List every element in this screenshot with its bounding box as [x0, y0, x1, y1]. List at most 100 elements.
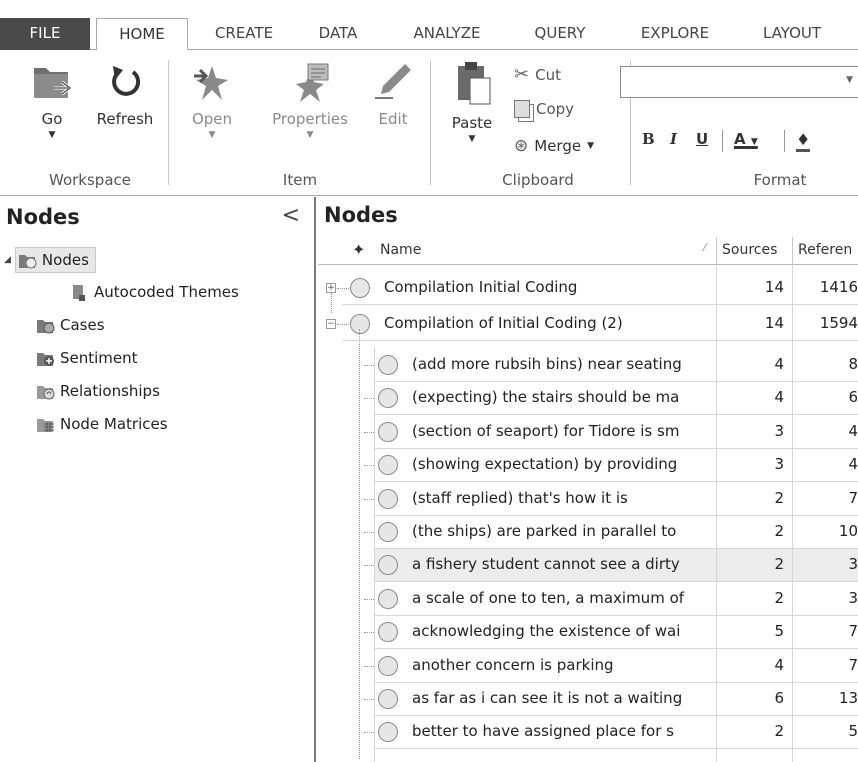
tab-data[interactable]: DATA — [300, 18, 376, 50]
node-circle-icon — [378, 388, 398, 408]
node-name: (staff replied) that's how it is — [412, 489, 628, 507]
row-divider — [374, 581, 858, 582]
node-references: 4 — [848, 422, 858, 440]
bold-button[interactable]: B — [642, 130, 655, 148]
tab-layout[interactable]: LAYOUT — [740, 18, 844, 50]
tree-connector — [364, 398, 374, 399]
table-row[interactable]: (expecting) the stairs should be ma 4 6 — [364, 382, 858, 414]
refresh-button[interactable]: Refresh — [92, 58, 158, 128]
italic-button[interactable]: I — [670, 130, 677, 148]
paste-button[interactable]: Paste ▼ — [440, 58, 504, 144]
table-row[interactable]: acknowledging the existence of wai 5 7 — [364, 616, 858, 648]
sort-indicator-icon: ⁄ — [704, 241, 706, 254]
chevron-down-icon: ▼ — [750, 137, 758, 147]
table-row[interactable]: better to have assigned place for s 2 5 — [364, 716, 858, 748]
chevron-down-icon: ▼ — [468, 134, 476, 144]
chevron-down-icon: ▼ — [846, 75, 853, 85]
node-references: 7 — [848, 656, 858, 674]
tab-file[interactable]: FILE — [0, 18, 90, 50]
tab-query[interactable]: QUERY — [514, 18, 606, 50]
chevron-down-icon: ▼ — [306, 130, 314, 140]
node-matrices-icon — [36, 416, 54, 432]
tab-analyze[interactable]: ANALYZE — [392, 18, 502, 50]
column-header-sources[interactable]: Sources — [722, 242, 777, 258]
tab-create[interactable]: CREATE — [196, 18, 292, 50]
table-row[interactable]: − Compilation of Initial Coding (2) 14 1594 — [318, 308, 858, 340]
font-name-combobox[interactable]: ▼ — [620, 66, 858, 98]
copy-button[interactable]: Copy — [514, 100, 574, 118]
node-star-icon — [194, 66, 228, 100]
nav-item-label: Autocoded Themes — [94, 283, 239, 301]
merge-button[interactable]: ⊛ Merge ▼ — [514, 136, 594, 156]
node-sources: 2 — [774, 589, 784, 607]
column-separator[interactable] — [792, 237, 793, 265]
node-properties-icon — [296, 63, 329, 102]
node-references: 6 — [848, 388, 858, 406]
table-row[interactable]: a scale of one to ten, a maximum of 2 3 — [364, 583, 858, 615]
table-row[interactable]: a fishery student cannot see a dirty 2 3 — [364, 549, 858, 581]
expand-toggle-icon[interactable]: − — [326, 319, 336, 329]
node-name: (showing expectation) by providing — [412, 455, 678, 473]
node-references: 7 — [848, 622, 858, 640]
scissors-icon: ✂ — [514, 64, 530, 85]
nav-item-autocoded-themes[interactable]: Autocoded Themes — [70, 279, 239, 305]
node-circle-icon — [378, 355, 398, 375]
cut-button[interactable]: ✂ Cut — [514, 64, 561, 85]
table-row[interactable]: (staff replied) that's how it is 2 7 — [364, 483, 858, 515]
group-separator — [168, 60, 169, 185]
format-separator — [722, 130, 723, 152]
underline-button[interactable]: U — [696, 130, 708, 148]
row-divider — [374, 648, 858, 649]
tab-explore[interactable]: EXPLORE — [620, 18, 730, 50]
node-references: 4 — [848, 455, 858, 473]
column-grid-line — [374, 347, 375, 762]
nav-item-node-matrices[interactable]: Node Matrices — [36, 411, 168, 437]
node-references: 1594 — [819, 314, 858, 332]
table-row[interactable]: + Compilation Initial Coding 14 1416 — [318, 272, 858, 304]
nav-item-nodes-selected[interactable]: Nodes — [14, 247, 96, 273]
fill-color-button[interactable]: ♦ — [796, 130, 811, 152]
table-row[interactable]: (section of seaport) for Tidore is sm 3 4 — [364, 416, 858, 448]
edit-label: Edit — [378, 110, 408, 128]
table-row[interactable]: (the ships) are parked in parallel to 2 10 — [364, 516, 858, 548]
edit-button[interactable]: Edit — [366, 58, 420, 128]
nav-item-cases[interactable]: Cases — [36, 312, 105, 338]
table-row[interactable]: (add more rubsih bins) near seating 4 8 — [364, 349, 858, 381]
open-button[interactable]: Open ▼ — [180, 58, 244, 140]
go-label: Go — [41, 110, 63, 128]
nav-item-sentiment[interactable]: Sentiment — [36, 345, 138, 371]
tree-connector — [364, 465, 374, 466]
row-divider — [374, 481, 858, 482]
nav-item-label: Relationships — [60, 382, 160, 400]
node-circle-icon — [378, 522, 398, 542]
node-references: 10 — [838, 522, 858, 540]
column-separator[interactable] — [716, 237, 717, 265]
column-header-name[interactable]: Name — [380, 242, 421, 258]
node-name: as far as i can see it is not a waiting — [412, 689, 683, 707]
nav-title: Nodes — [6, 205, 80, 229]
tree-connector — [364, 599, 374, 600]
table-row[interactable]: (showing expectation) by providing 3 4 — [364, 449, 858, 481]
nav-item-relationships[interactable]: Relationships — [36, 378, 160, 404]
go-button[interactable]: Go ▼ — [22, 58, 82, 140]
navigation-pane: Nodes < ◢ Nodes Autocoded Themes Cases S… — [0, 197, 316, 762]
group-separator — [430, 60, 431, 185]
table-row[interactable]: another concern is parking 4 7 — [364, 650, 858, 682]
node-references: 13 — [838, 689, 858, 707]
nodes-list-view: Nodes ✦ Name ⁄ Sources Referen + Compilat… — [318, 197, 858, 762]
properties-button[interactable]: Properties ▼ — [262, 58, 358, 140]
node-type-column-icon[interactable]: ✦ — [352, 240, 365, 259]
expand-toggle-icon[interactable]: + — [326, 283, 336, 293]
sentiment-icon — [36, 350, 54, 366]
table-row[interactable]: as far as i can see it is not a waiting 6… — [364, 683, 858, 715]
collapse-pane-icon[interactable]: < — [282, 203, 300, 228]
tab-home[interactable]: HOME — [96, 18, 188, 51]
node-name: Compilation of Initial Coding (2) — [384, 314, 623, 332]
nav-tree-nodes[interactable]: ◢ Nodes — [4, 247, 96, 273]
font-color-button[interactable]: A ▼ — [734, 130, 758, 148]
node-sources: 3 — [774, 455, 784, 473]
list-title: Nodes — [324, 203, 398, 227]
expand-triangle-icon: ◢ — [4, 255, 11, 265]
row-divider — [342, 340, 858, 341]
column-header-references[interactable]: Referen — [798, 242, 852, 258]
